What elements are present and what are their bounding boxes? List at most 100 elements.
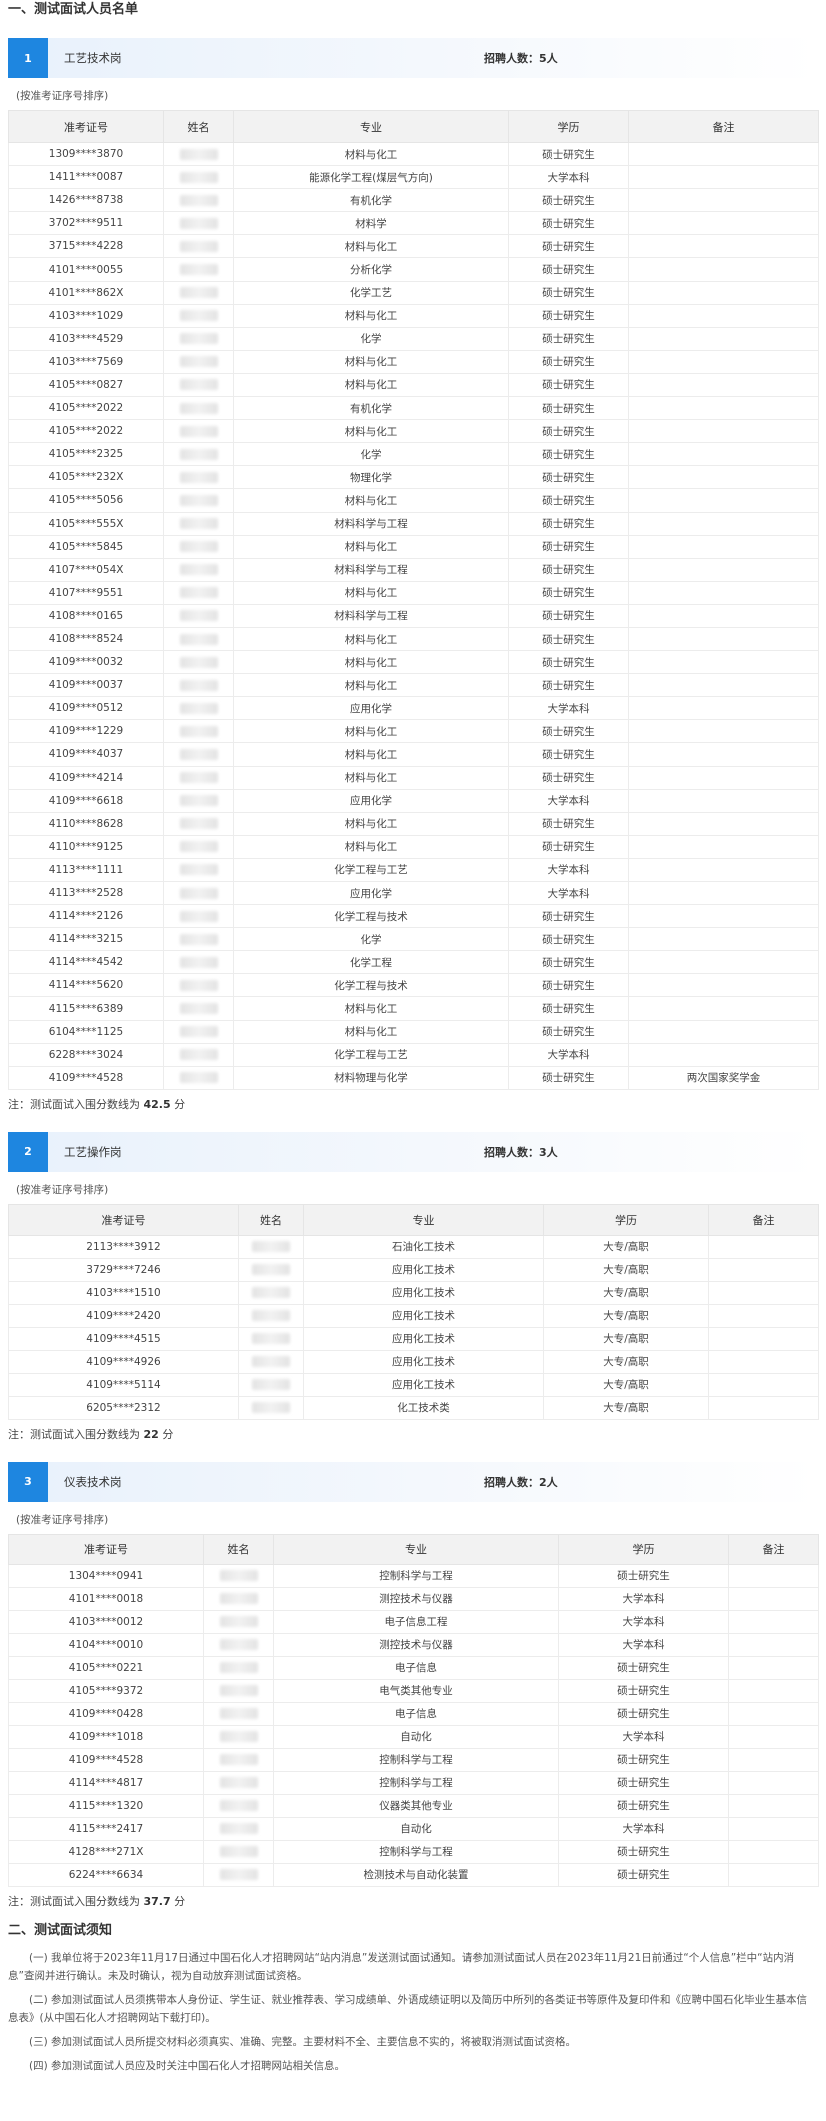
ticket-cell: 6104****1125 xyxy=(8,1019,164,1044)
table-row: 4105****0221 电子信息 硕士研究生 xyxy=(8,1655,819,1680)
redacted-name-mask xyxy=(179,564,218,576)
education-cell: 硕士研究生 xyxy=(508,372,629,398)
education-cell: 硕士研究生 xyxy=(508,742,629,767)
education-cell: 硕士研究生 xyxy=(508,673,629,698)
remark-cell xyxy=(708,1234,819,1259)
major-cell: 材料与化工 xyxy=(233,141,509,167)
education-cell: 硕士研究生 xyxy=(558,1563,729,1588)
table-row: 4109****0037 材料与化工 硕士研究生 xyxy=(8,673,819,698)
major-cell: 石油化工技术 xyxy=(303,1234,544,1259)
remark-cell xyxy=(728,1747,819,1772)
column-header-name: 姓名 xyxy=(238,1203,304,1236)
name-cell-redacted xyxy=(163,834,234,859)
remark-cell xyxy=(628,326,819,351)
remark-cell xyxy=(628,280,819,305)
table-row: 4109****0512 应用化学 大学本科 xyxy=(8,696,819,721)
ticket-cell: 4109****4528 xyxy=(8,1747,204,1772)
education-cell: 大专/高职 xyxy=(543,1395,709,1420)
name-cell-redacted xyxy=(163,880,234,906)
education-cell: 硕士研究生 xyxy=(508,1065,629,1090)
remark-cell xyxy=(628,673,819,698)
posts-container: 1 工艺技术岗 招聘人数：5人 (按准考证序号排序) 准考证号 姓名 专业 学历 备注 1309*… xyxy=(8,38,819,1913)
major-cell: 控制科学与工程 xyxy=(273,1839,559,1864)
name-cell-redacted xyxy=(163,419,234,444)
education-cell: 硕士研究生 xyxy=(558,1678,729,1703)
ticket-cell: 1304****0941 xyxy=(8,1563,204,1588)
name-cell-redacted xyxy=(163,811,234,836)
column-header-ticket: 准考证号 xyxy=(8,1533,204,1565)
redacted-name-mask xyxy=(219,1869,258,1881)
name-cell-redacted xyxy=(163,165,234,190)
footnote-suffix: 分 xyxy=(174,1894,186,1908)
remark-cell xyxy=(728,1701,819,1726)
redacted-name-mask xyxy=(179,425,218,437)
ticket-cell: 4109****4528 xyxy=(8,1065,164,1090)
name-cell-redacted xyxy=(163,465,234,490)
post-section-3: 3 仪表技术岗 招聘人数：2人 (按准考证序号排序) 准考证号 姓名 专业 学历 备注 1304*… xyxy=(8,1461,819,1913)
post-name: 工艺技术岗 xyxy=(64,51,122,65)
remark-cell: 两次国家奖学金 xyxy=(628,1065,819,1090)
order-note: (按准考证序号排序) xyxy=(16,1513,109,1526)
ticket-cell: 4101****0018 xyxy=(8,1586,204,1611)
redacted-name-mask xyxy=(179,656,218,668)
education-cell: 硕士研究生 xyxy=(508,511,629,536)
column-header-remark: 备注 xyxy=(728,1533,819,1565)
footnote-prefix: 注：测试面试入围分数线为 xyxy=(8,1427,140,1441)
table-row: 4105****2022 材料与化工 硕士研究生 xyxy=(8,419,819,444)
education-cell: 硕士研究生 xyxy=(508,488,629,513)
redacted-name-mask xyxy=(179,494,218,506)
major-cell: 材料与化工 xyxy=(233,580,509,605)
name-cell-redacted xyxy=(203,1701,274,1726)
remark-cell xyxy=(628,626,819,652)
table-header-row: 准考证号 姓名 专业 学历 备注 xyxy=(8,1533,819,1565)
major-cell: 化学工程与技术 xyxy=(233,904,509,929)
education-cell: 大专/高职 xyxy=(543,1280,709,1305)
major-cell: 材料与化工 xyxy=(233,626,509,652)
remark-cell xyxy=(628,788,819,813)
major-cell: 应用化工技术 xyxy=(303,1372,544,1397)
education-cell: 硕士研究生 xyxy=(508,419,629,444)
column-header-major: 专业 xyxy=(233,110,509,143)
remark-cell xyxy=(628,834,819,859)
education-cell: 硕士研究生 xyxy=(508,188,629,213)
education-cell: 大学本科 xyxy=(558,1632,729,1657)
education-cell: 硕士研究生 xyxy=(558,1747,729,1772)
remark-cell xyxy=(728,1655,819,1680)
education-cell: 硕士研究生 xyxy=(508,765,629,790)
ticket-cell: 4115****1320 xyxy=(8,1793,204,1818)
name-cell-redacted xyxy=(163,1019,234,1044)
education-cell: 硕士研究生 xyxy=(508,211,629,236)
ticket-cell: 4107****054X xyxy=(8,557,164,582)
education-cell: 硕士研究生 xyxy=(508,603,629,628)
major-cell: 材料与化工 xyxy=(233,765,509,790)
table-row: 4110****9125 材料与化工 硕士研究生 xyxy=(8,834,819,859)
major-cell: 材料与化工 xyxy=(233,1019,509,1044)
name-cell-redacted xyxy=(163,396,234,421)
ticket-cell: 4110****8628 xyxy=(8,811,164,836)
table-row: 4109****0428 电子信息 硕士研究生 xyxy=(8,1701,819,1726)
education-cell: 硕士研究生 xyxy=(508,719,629,744)
redacted-name-mask xyxy=(179,979,218,991)
remark-cell xyxy=(628,1019,819,1044)
redacted-name-mask xyxy=(179,725,218,737)
redacted-name-mask xyxy=(179,772,218,784)
remark-cell xyxy=(628,488,819,513)
table-row: 4109****4037 材料与化工 硕士研究生 xyxy=(8,742,819,767)
score-footnote: 注：测试面试入围分数线为 37.7 分 xyxy=(8,1891,818,1913)
table-row: 4110****8628 材料与化工 硕士研究生 xyxy=(8,811,819,836)
major-cell: 化学工程 xyxy=(233,950,509,975)
page: 一、测试面试人员名单 1 工艺技术岗 招聘人数：5人 (按准考证序号排序) 准考证号 姓名… xyxy=(0,0,826,2121)
table-row: 4109****2420 应用化工技术 大专/高职 xyxy=(8,1303,819,1328)
redacted-name-mask xyxy=(179,379,218,391)
table-row: 4115****1320 仪器类其他专业 硕士研究生 xyxy=(8,1793,819,1818)
ticket-cell: 4105****5845 xyxy=(8,534,164,559)
candidate-table: 准考证号 姓名 专业 学历 备注 1304****0941 控制科学与工程 硕士研究生 4101… xyxy=(8,1533,819,1887)
table-row: 4105****0827 材料与化工 硕士研究生 xyxy=(8,372,819,398)
major-cell: 应用化学 xyxy=(233,788,509,813)
remark-cell xyxy=(628,927,819,952)
major-cell: 控制科学与工程 xyxy=(273,1747,559,1772)
redacted-name-mask xyxy=(179,333,218,345)
education-cell: 硕士研究生 xyxy=(508,650,629,675)
ticket-cell: 4109****0512 xyxy=(8,696,164,721)
column-header-major: 专业 xyxy=(303,1203,544,1236)
